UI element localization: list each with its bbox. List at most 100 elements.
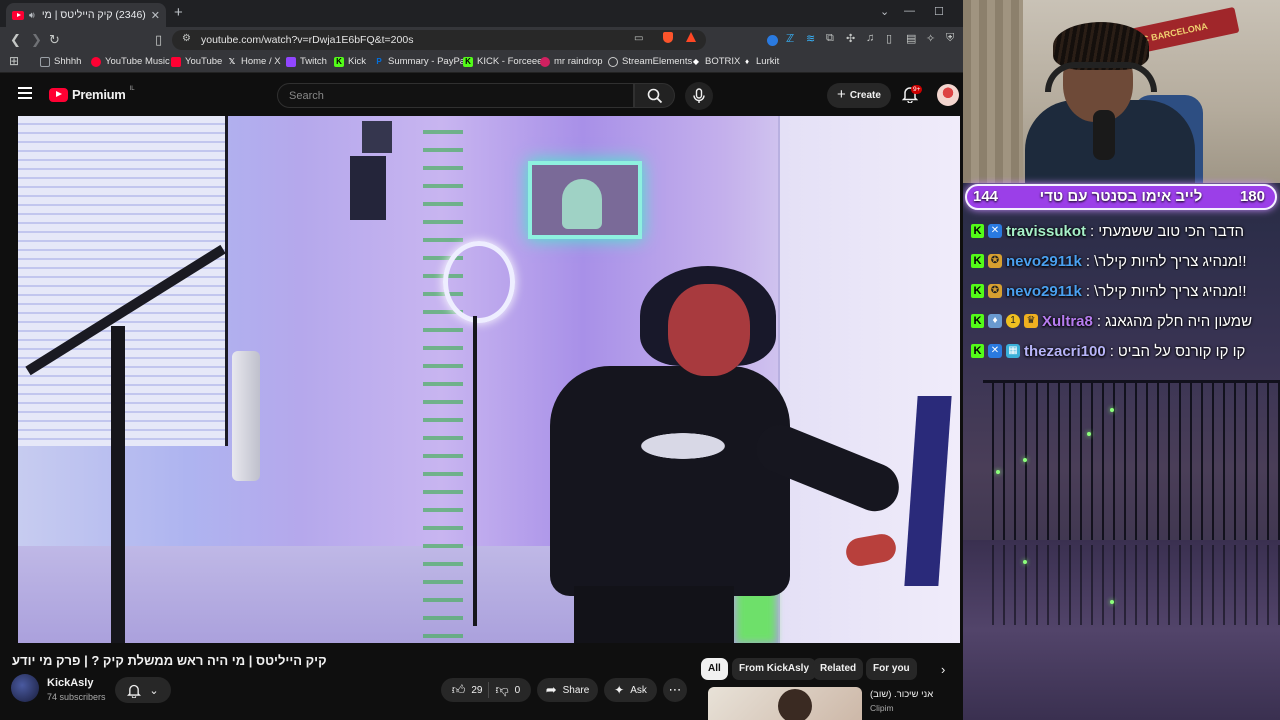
chat-separator: : bbox=[1109, 342, 1114, 360]
new-tab-button[interactable]: + bbox=[174, 4, 183, 21]
subscriber-count: 74 subscribers bbox=[47, 692, 106, 702]
bookmark-item[interactable]: YouTube Music bbox=[91, 56, 170, 67]
bookmark-item[interactable]: mr raindrop bbox=[540, 56, 603, 67]
botrix-icon: ◆ bbox=[692, 56, 700, 66]
search-button[interactable] bbox=[634, 83, 675, 108]
microphone-icon bbox=[693, 88, 705, 103]
chat-text: !!מנהיג צריך להיות קילר\ bbox=[1094, 252, 1247, 270]
bookmark-icon[interactable]: ▯ bbox=[155, 32, 162, 48]
video-scene-hoodie-logo bbox=[618, 426, 748, 466]
youtube-music-icon bbox=[91, 56, 101, 67]
youtube-play-icon bbox=[49, 87, 68, 102]
maximize-icon[interactable]: ☐ bbox=[934, 5, 944, 18]
url-text: youtube.com/watch?v=rDwja1E6bFQ&t=200s bbox=[201, 34, 414, 46]
moderator-badge-icon: ▦ bbox=[1006, 344, 1020, 358]
chevron-down-icon: ⌄ bbox=[149, 684, 159, 697]
chat-separator: : bbox=[1090, 222, 1095, 240]
site-info-icon[interactable]: ⚙ bbox=[182, 33, 191, 44]
wallet-icon[interactable]: ▤ bbox=[906, 32, 916, 45]
vpn-shield-icon[interactable]: ⛨ bbox=[946, 32, 954, 45]
twitch-icon bbox=[286, 56, 296, 67]
bookmark-item[interactable]: K Kick bbox=[334, 56, 366, 67]
browser-window: 🔊︎ (2346) קיק הייליטס | מי היה ר ✕ + ⌄ —… bbox=[0, 0, 963, 720]
notification-count-badge: 9+ bbox=[911, 85, 923, 94]
recommendation-title[interactable]: אני שיכור. (שוב) bbox=[870, 689, 933, 700]
omnibox[interactable]: ⚙ youtube.com/watch?v=rDwja1E6bFQ&t=200s… bbox=[172, 30, 706, 50]
account-avatar[interactable] bbox=[937, 84, 959, 106]
brave-rewards-icon[interactable] bbox=[686, 32, 696, 42]
brave-shields-icon[interactable] bbox=[663, 32, 673, 43]
youtube-premium-logo[interactable]: Premium IL bbox=[49, 86, 135, 102]
voice-search-button[interactable] bbox=[685, 82, 713, 110]
forward-icon[interactable]: ❯ bbox=[31, 32, 42, 48]
chip-for-you[interactable]: For you bbox=[866, 658, 917, 680]
bookmark-item[interactable]: K KICK - Forceee bbox=[463, 56, 542, 67]
video-scene-neon-frame bbox=[528, 161, 642, 239]
browser-tab-youtube[interactable]: 🔊︎ (2346) קיק הייליטס | מי היה ר ✕ bbox=[6, 3, 166, 27]
chip-related[interactable]: Related bbox=[813, 658, 864, 680]
thumbs-up-icon: 👍︎ bbox=[451, 682, 466, 697]
chat-message: K ✕ ▦ thezacri100 : קו קו קורנס על הביט bbox=[971, 339, 1276, 363]
back-icon[interactable]: ❮ bbox=[10, 32, 21, 48]
chip-from-channel[interactable]: From KickAsly bbox=[732, 658, 817, 680]
extensions-puzzle-icon[interactable]: ✣ bbox=[846, 32, 855, 45]
like-button[interactable]: 👍︎ 29 bbox=[452, 682, 483, 698]
bookmark-item[interactable]: Shhhh bbox=[40, 56, 81, 67]
like-dislike-group: 👍︎ 29 👎︎ 0 bbox=[441, 678, 531, 702]
bell-icon bbox=[127, 684, 142, 698]
bookmark-item[interactable]: Twitch bbox=[286, 56, 327, 67]
share-button[interactable]: ➦ Share bbox=[537, 678, 598, 702]
stream-title-banner: 144 לייב אימו בסנטר עם טדי 180 bbox=[965, 184, 1277, 210]
channel-name[interactable]: KickAsly bbox=[47, 677, 93, 689]
tab-search-chevron-icon[interactable]: ⌄ bbox=[880, 5, 889, 18]
more-actions-button[interactable]: ⋯ bbox=[663, 678, 687, 702]
bookmark-item[interactable]: ♦ Lurkit bbox=[742, 56, 779, 67]
bookmark-item[interactable]: StreamElements bbox=[608, 56, 692, 67]
bookmark-item[interactable]: YouTube bbox=[171, 56, 222, 67]
number-one-badge-icon: 1 bbox=[1006, 314, 1020, 328]
banner-right-count: 180 bbox=[1239, 188, 1265, 205]
recommendation-channel[interactable]: Clipim bbox=[870, 703, 894, 713]
ask-button[interactable]: ✦ Ask bbox=[604, 678, 657, 702]
cast-icon[interactable]: ▭ bbox=[634, 33, 643, 44]
dislike-button[interactable]: 👎︎ 0 bbox=[495, 682, 520, 698]
video-player[interactable] bbox=[18, 116, 960, 643]
extension-1-icon[interactable] bbox=[767, 35, 778, 46]
minimize-icon[interactable]: — bbox=[904, 5, 915, 17]
menu-icon[interactable] bbox=[18, 87, 32, 99]
x-logo-icon: 𝕏 bbox=[228, 56, 236, 66]
bookmark-item[interactable]: P Summary - PayPal bbox=[374, 56, 467, 67]
bookmark-item[interactable]: 𝕏 Home / X bbox=[227, 56, 281, 67]
recommendation-thumbnail[interactable] bbox=[708, 687, 862, 720]
background-lamp bbox=[1023, 560, 1027, 564]
apps-grid-icon[interactable]: ⊞ bbox=[9, 54, 19, 68]
search-input[interactable]: Search bbox=[277, 83, 634, 108]
streamelements-icon bbox=[608, 56, 618, 67]
create-button[interactable]: + Create bbox=[827, 83, 891, 108]
chat-username: nevo2911k bbox=[1006, 252, 1082, 270]
media-icon[interactable]: ♫ bbox=[866, 32, 874, 44]
reload-icon[interactable]: ↻ bbox=[49, 32, 60, 48]
extension-archive-icon[interactable]: ⧉ bbox=[826, 32, 834, 45]
speaker-icon[interactable]: 🔊︎ bbox=[29, 10, 35, 21]
subscribed-notifications-button[interactable]: ⌄ bbox=[115, 677, 171, 703]
video-scene-person-face bbox=[668, 284, 750, 376]
chat-username: Xultra8 bbox=[1042, 312, 1093, 330]
chat-text: שמעון היה חלק מהגאנג bbox=[1105, 312, 1253, 330]
extension-wave-icon[interactable]: ≋ bbox=[806, 32, 815, 45]
chip-all[interactable]: All bbox=[701, 658, 728, 680]
leo-ai-icon[interactable]: ✧ bbox=[926, 32, 935, 45]
close-tab-icon[interactable]: ✕ bbox=[151, 9, 160, 22]
banner-title: לייב אימו בסנטר עם טדי bbox=[1039, 188, 1203, 205]
kick-logo-icon: K bbox=[971, 314, 984, 328]
video-scene-person-body bbox=[550, 366, 790, 596]
share-icon: ➦ bbox=[545, 682, 557, 697]
reading-list-icon[interactable]: ▯ bbox=[886, 32, 892, 45]
background-lamp bbox=[1087, 432, 1091, 436]
video-scene-stand bbox=[111, 326, 125, 643]
channel-avatar[interactable] bbox=[11, 674, 39, 702]
chevron-right-icon[interactable]: › bbox=[941, 662, 945, 677]
extension-translate-icon[interactable]: ℤ bbox=[786, 32, 794, 45]
chat-text: הדבר הכי טוב ששמעתי bbox=[1098, 222, 1245, 240]
bookmark-item[interactable]: ◆ BOTRIX bbox=[691, 56, 740, 67]
